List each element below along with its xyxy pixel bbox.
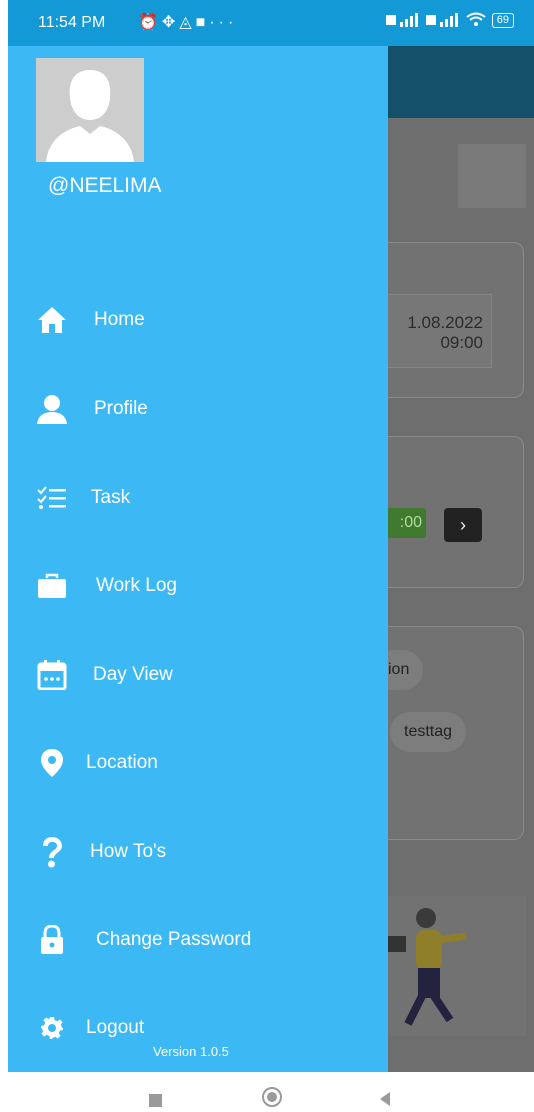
menu-item-work-log[interactable]: Work Log — [8, 556, 388, 616]
person-illustration — [384, 908, 467, 1026]
checklist-icon — [34, 480, 70, 516]
phone-screen: 11:54 PM ⏰✥◬■··· 69 1.08.2022 09:00 :00 … — [8, 0, 534, 1112]
status-bar: 11:54 PM ⏰✥◬■··· 69 — [8, 0, 534, 46]
background-illustration — [378, 896, 526, 1036]
home-icon — [34, 302, 70, 338]
notification-icons: ⏰✥◬■··· — [138, 12, 237, 32]
menu-label-home: Home — [94, 309, 145, 330]
menu-label-location: Location — [86, 752, 158, 773]
camera-icon: ■ — [195, 14, 210, 31]
menu-item-task[interactable]: Task — [8, 468, 388, 528]
app-icon: ◬ — [179, 14, 196, 31]
system-icons: 69 — [385, 12, 514, 28]
app-version: Version 1.0.5 — [153, 1044, 229, 1059]
recents-button[interactable] — [149, 1094, 162, 1107]
home-button[interactable] — [262, 1087, 282, 1107]
menu-label-change-password: Change Password — [96, 929, 252, 950]
lock-icon — [34, 922, 70, 958]
signal-icon — [385, 13, 418, 27]
battery-icon: 69 — [491, 12, 514, 28]
person-icon — [34, 391, 70, 427]
location-pin-icon — [34, 745, 70, 781]
background-avatar — [458, 144, 526, 208]
status-time: 11:54 PM — [38, 14, 106, 31]
menu-label-profile: Profile — [94, 398, 148, 419]
briefcase-icon — [34, 568, 70, 604]
slack-icon: ✥ — [161, 14, 180, 31]
system-navigation-bar — [0, 1072, 534, 1112]
menu-item-day-view[interactable]: Day View — [8, 645, 388, 705]
menu-label-task: Task — [91, 487, 131, 508]
menu-item-profile[interactable]: Profile — [8, 379, 388, 439]
gear-icon — [34, 1010, 70, 1046]
signal-icon-2 — [425, 13, 458, 27]
menu-label-work-log: Work Log — [96, 575, 177, 596]
question-icon — [34, 834, 70, 870]
menu-item-location[interactable]: Location — [8, 733, 388, 793]
navigation-drawer: @NEELIMA Home Profile Task Work Log Day … — [8, 46, 388, 1072]
alarm-icon: ⏰ — [138, 14, 162, 31]
menu-label-logout: Logout — [86, 1017, 145, 1038]
menu-label-day-view: Day View — [93, 664, 173, 685]
avatar[interactable] — [36, 58, 144, 162]
menu-label-how-tos: How To's — [90, 841, 167, 862]
more-icon: ··· — [209, 14, 238, 31]
wifi-icon — [466, 12, 486, 26]
username: @NEELIMA — [48, 174, 162, 197]
menu-item-how-tos[interactable]: How To's — [8, 822, 388, 882]
avatar-placeholder-icon — [36, 58, 144, 162]
menu-item-home[interactable]: Home — [8, 290, 388, 350]
calendar-icon — [34, 657, 70, 693]
menu-item-change-password[interactable]: Change Password — [8, 910, 388, 970]
background-next-button: › — [444, 508, 482, 542]
background-chip-tag: testtag — [390, 712, 467, 752]
back-button[interactable] — [380, 1092, 390, 1106]
